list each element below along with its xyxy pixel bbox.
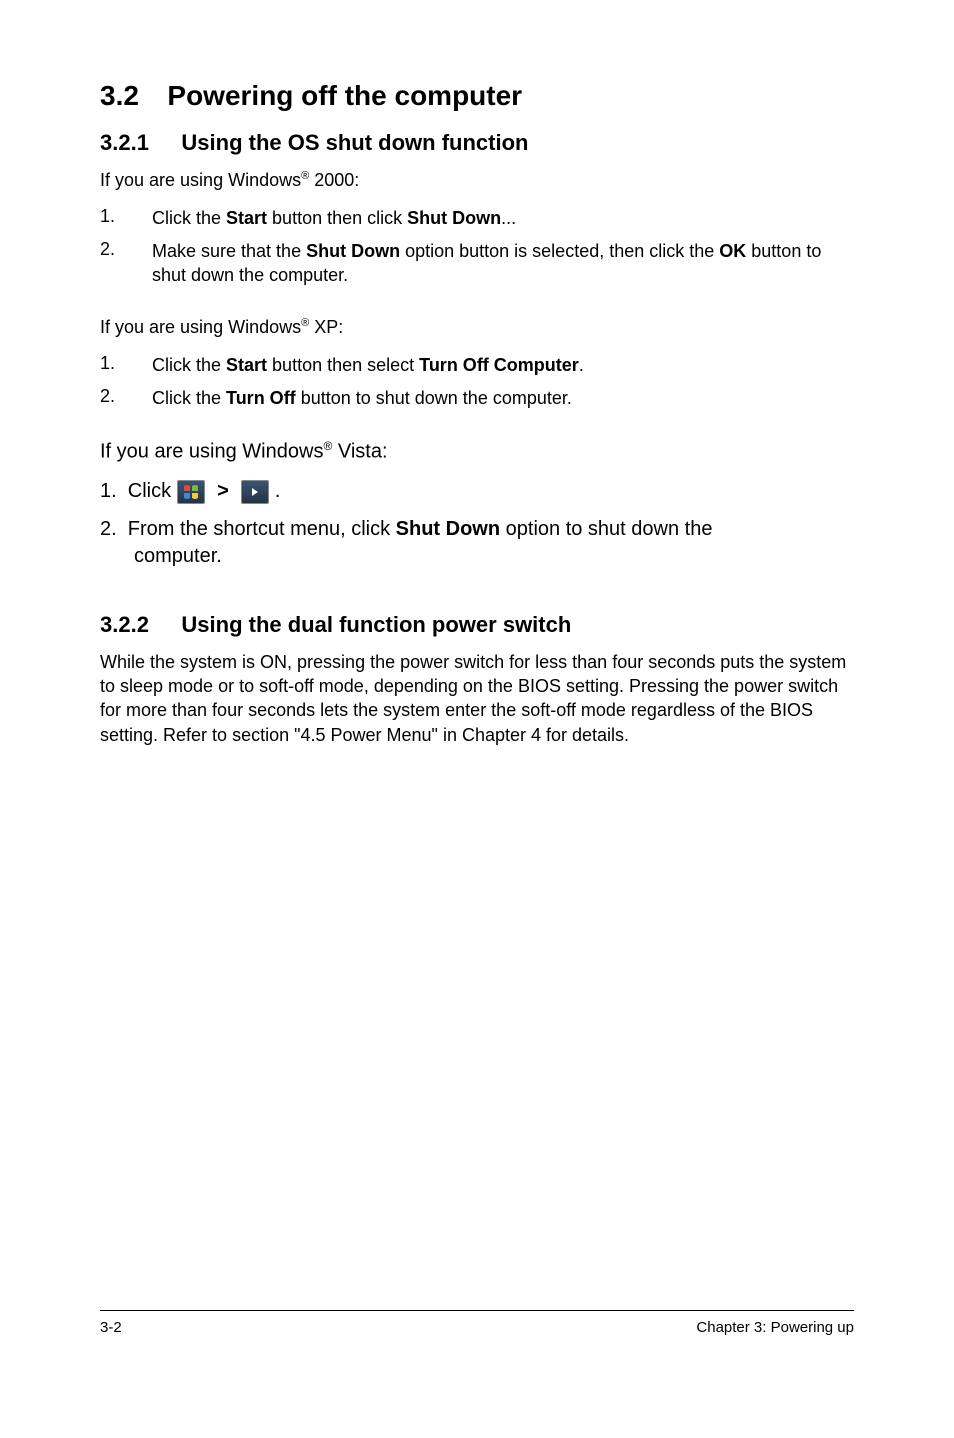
text: . (579, 355, 584, 375)
page-number: 3-2 (100, 1319, 122, 1336)
bold-start: Start (226, 208, 267, 228)
text: 2. From the shortcut menu, click (100, 518, 396, 540)
text: button then select (267, 355, 419, 375)
windows-start-icon (177, 480, 205, 504)
bold-shutdown: Shut Down (407, 208, 501, 228)
registered-symbol: ® (301, 317, 309, 329)
section-heading: 3.2 Powering off the computer (100, 80, 854, 112)
subsection-title: Using the OS shut down function (181, 130, 528, 155)
step-number: 2. (100, 239, 152, 288)
bold-turnoff-computer: Turn Off Computer (419, 355, 579, 375)
text: Make sure that the (152, 241, 306, 261)
subsection-322: 3.2.2 Using the dual function power swit… (100, 612, 854, 638)
text: option button is selected, then click th… (400, 241, 719, 261)
text: If you are using Windows (100, 317, 301, 337)
arrow-right-icon (241, 480, 269, 504)
text: If you are using Windows (100, 441, 323, 463)
text: 2000: (309, 170, 359, 190)
bold-start: Start (226, 355, 267, 375)
text: If you are using Windows (100, 170, 301, 190)
text: Click the (152, 355, 226, 375)
section-number: 3.2 (100, 80, 139, 111)
step-number: 1. (100, 353, 152, 377)
period: . (275, 480, 281, 503)
subsection-321: 3.2.1 Using the OS shut down function (100, 130, 854, 156)
page-content: 3.2 Powering off the computer 3.2.1 Usin… (0, 0, 954, 1310)
vista-step-2-cont: computer. (100, 543, 854, 570)
list-item: 1. Click the Start button then click Shu… (100, 206, 854, 230)
text: ... (501, 208, 516, 228)
bold-shutdown: Shut Down (306, 241, 400, 261)
vista-step-2: 2. From the shortcut menu, click Shut Do… (100, 516, 854, 570)
bold-ok: OK (719, 241, 746, 261)
list-item: 1. Click the Start button then select Tu… (100, 353, 854, 377)
list-item: 2. Make sure that the Shut Down option b… (100, 239, 854, 288)
subsection-number: 3.2.1 (100, 130, 149, 155)
text: 1. Click (100, 480, 171, 503)
text: Click the (152, 388, 226, 408)
text: button to shut down the computer. (296, 388, 572, 408)
step-number: 1. (100, 206, 152, 230)
intro-windows-xp: If you are using Windows® XP: (100, 315, 854, 339)
text: Vista: (332, 441, 387, 463)
greater-than: > (217, 480, 229, 503)
text: option to shut down the (500, 518, 712, 540)
registered-symbol: ® (301, 170, 309, 182)
step-text: Click the Start button then select Turn … (152, 353, 584, 377)
step-text: Click the Start button then click Shut D… (152, 206, 516, 230)
registered-symbol: ® (323, 439, 332, 453)
subsection-title: Using the dual function power switch (181, 612, 571, 637)
steps-windows-2000: 1. Click the Start button then click Shu… (100, 206, 854, 287)
paragraph-dual-power-switch: While the system is ON, pressing the pow… (100, 650, 854, 747)
steps-windows-xp: 1. Click the Start button then select Tu… (100, 353, 854, 410)
step-text: Make sure that the Shut Down option butt… (152, 239, 854, 288)
subsection-number: 3.2.2 (100, 612, 149, 637)
step-text: Click the Turn Off button to shut down t… (152, 386, 572, 410)
step-number: 2. (100, 386, 152, 410)
chapter-label: Chapter 3: Powering up (696, 1319, 854, 1336)
text: Click the (152, 208, 226, 228)
list-item: 2. Click the Turn Off button to shut dow… (100, 386, 854, 410)
vista-step-1: 1. Click > . (100, 480, 854, 504)
bold-turnoff: Turn Off (226, 388, 296, 408)
section-title: Powering off the computer (167, 80, 522, 111)
text: button then click (267, 208, 407, 228)
bold-shutdown: Shut Down (396, 518, 500, 540)
page-footer: 3-2 Chapter 3: Powering up (0, 1311, 954, 1336)
intro-windows-vista: If you are using Windows® Vista: (100, 438, 854, 466)
intro-windows-2000: If you are using Windows® 2000: (100, 168, 854, 192)
text: XP: (309, 317, 343, 337)
